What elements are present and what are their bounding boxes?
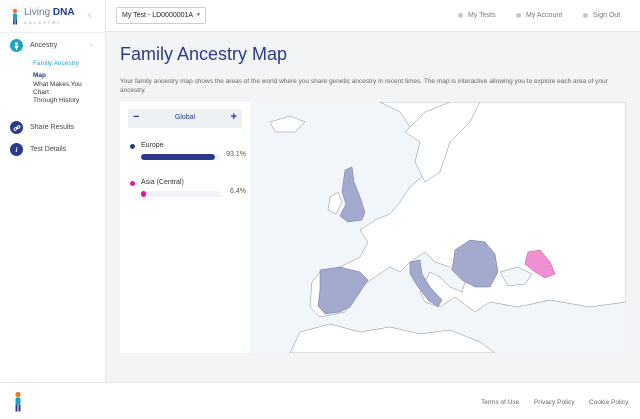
link-icon [10, 121, 23, 134]
asia-color-dot [130, 181, 135, 186]
sidebar-sub-chart[interactable]: Chart [33, 89, 49, 97]
region-selector: − Global + [128, 109, 242, 128]
population-bar-track [141, 154, 221, 160]
nav-label: My Account [526, 12, 563, 19]
nav-my-account[interactable]: My Account [516, 12, 562, 19]
nav-sign-out[interactable]: Sign Out [583, 12, 620, 19]
living-dna-logo[interactable]: Living DNA ANCESTRY [10, 6, 100, 30]
population-percent: 6.4% [230, 188, 246, 195]
chevron-down-icon[interactable]: ⌄ [88, 40, 94, 48]
page-title: Family Ancestry Map [120, 44, 288, 64]
population-percent: 93.1% [226, 151, 246, 158]
sidebar-item-label: Test Details [30, 146, 67, 153]
map-canvas[interactable] [250, 102, 626, 353]
zoom-in-button[interactable]: + [231, 111, 237, 123]
ancestry-map[interactable] [250, 102, 626, 353]
europe-color-dot [130, 144, 135, 149]
chevron-left-icon[interactable]: ‹ [88, 10, 91, 21]
footer-link-privacy[interactable]: Privacy Policy [534, 399, 574, 406]
dot-icon [516, 13, 521, 18]
person-icon [10, 39, 23, 52]
sidebar-sub-map[interactable]: Map [33, 72, 46, 80]
footer-link-terms[interactable]: Terms of Use [481, 399, 519, 406]
population-bar-track [141, 191, 221, 197]
test-select-dropdown[interactable]: My Test - LD0000001A ▼ [116, 7, 206, 24]
top-header: My Test - LD0000001A ▼ My Tests My Accou… [106, 0, 640, 32]
sidebar-item-ancestry[interactable]: Ancestry [10, 39, 57, 52]
sidebar-item-label: Ancestry [30, 42, 58, 49]
sidebar-sub-what-makes-you[interactable]: What Makes You [33, 81, 82, 89]
region-title: Global [174, 114, 196, 121]
ancestry-map-card: − Global + Europe 93.1% Asia (Central) 6… [120, 102, 626, 353]
population-name: Europe [141, 142, 164, 149]
sidebar-sub-through-history[interactable]: Through History [33, 97, 79, 105]
intro-text: Your family ancestry map shows the areas… [120, 78, 608, 94]
caret-down-icon: ▼ [196, 12, 201, 18]
nav-label: My Tests [468, 12, 496, 19]
population-bar-fill [141, 154, 216, 160]
footer: Terms of Use Privacy Policy Cookie Polic… [0, 382, 640, 419]
dot-icon [583, 13, 588, 18]
divider [0, 32, 106, 33]
population-bar-fill [141, 191, 147, 197]
dot-icon [458, 13, 463, 18]
population-name: Asia (Central) [141, 179, 184, 186]
logo-text: Living DNA [24, 7, 75, 18]
footer-link-cookie[interactable]: Cookie Policy [589, 399, 628, 406]
nav-my-tests[interactable]: My Tests [458, 12, 496, 19]
info-icon: i [10, 143, 23, 156]
sidebar-item-share-results[interactable]: Share Results [10, 121, 74, 134]
logo-subtitle: ANCESTRY [24, 20, 62, 25]
populations-panel: − Global + Europe 93.1% Asia (Central) 6… [120, 102, 250, 353]
test-select-value: My Test - LD0000001A [122, 12, 194, 19]
sidebar-item-test-details[interactable]: i Test Details [10, 143, 66, 156]
sidebar-sub-family-ancestry[interactable]: Family Ancestry [33, 60, 79, 68]
logo-figure-icon [12, 8, 18, 25]
sidebar: Living DNA ANCESTRY ‹ Ancestry ⌄ Family … [0, 0, 106, 382]
footer-logo-figure-icon [15, 391, 21, 412]
sidebar-item-label: Share Results [30, 124, 74, 131]
nav-label: Sign Out [593, 12, 621, 19]
